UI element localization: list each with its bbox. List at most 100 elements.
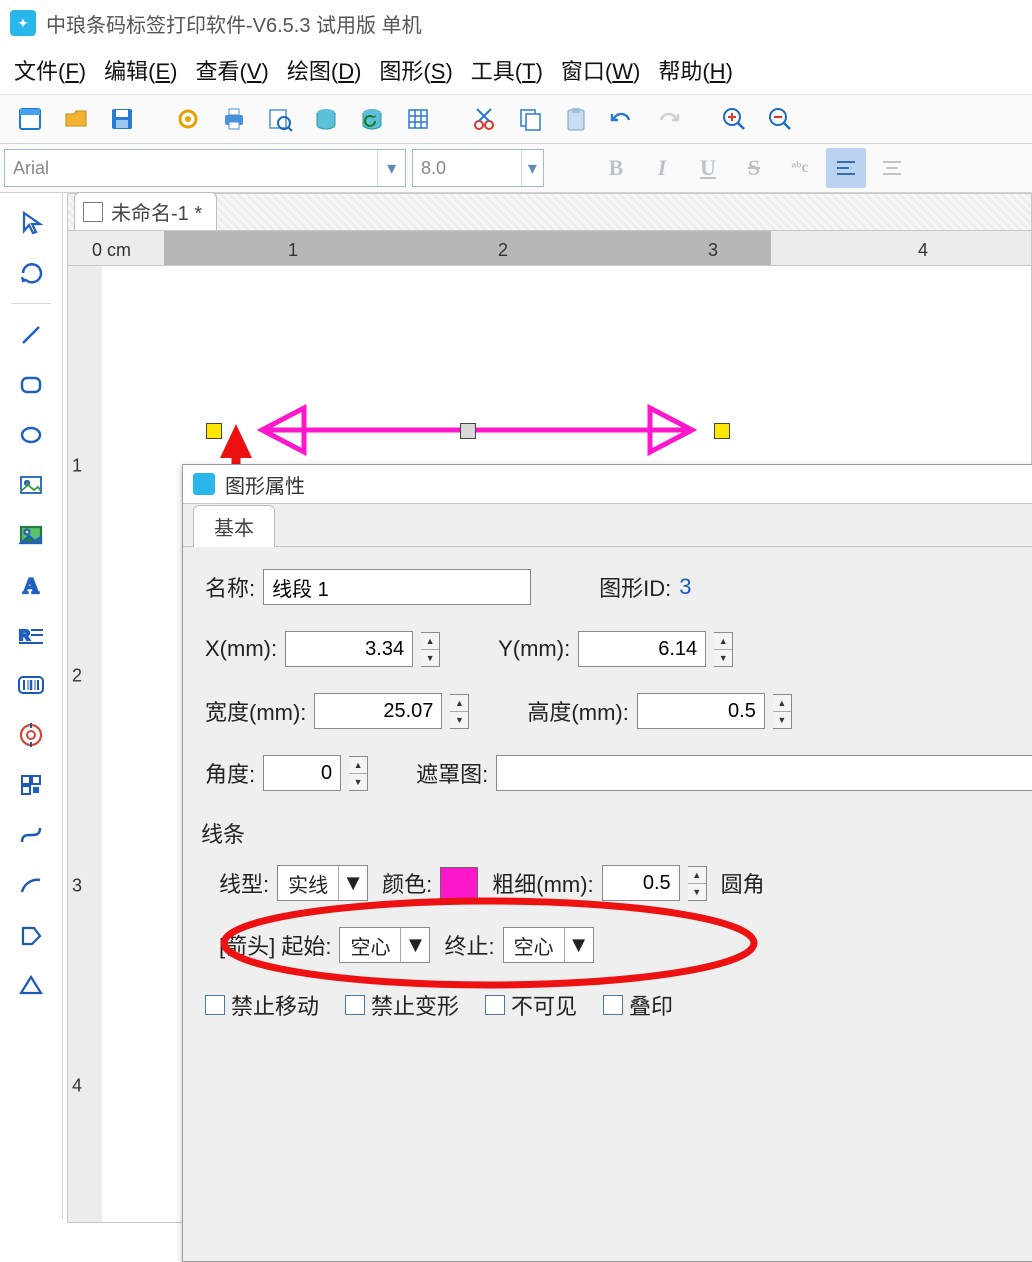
properties-dialog[interactable]: 图形属性 基本 名称: 图形ID: <box>182 464 1032 1262</box>
menu-edit[interactable]: 编辑(E) <box>104 54 177 86</box>
rotate-tool[interactable] <box>6 249 56 295</box>
page[interactable]: 图形属性 基本 名称: 图形ID: <box>102 266 1031 1222</box>
image-tool[interactable] <box>6 462 56 508</box>
y-spinner[interactable]: ▲▼ <box>714 632 733 667</box>
height-label: 高度(mm): <box>527 695 628 727</box>
arrow-start-select[interactable]: 空心 ▼ <box>339 927 430 963</box>
x-input[interactable] <box>285 631 413 667</box>
menu-file[interactable]: 文件(F) <box>14 54 86 86</box>
copy-button[interactable] <box>510 99 550 139</box>
barcode-tool[interactable] <box>6 662 56 708</box>
ruler-mark: 1 <box>72 456 82 477</box>
canvas-area: 未命名-1 * 0 cm 1 2 3 4 1 2 3 4 <box>67 193 1032 1219</box>
align-left-button[interactable] <box>826 148 866 188</box>
zoom-out-button[interactable] <box>760 99 800 139</box>
color-swatch[interactable] <box>440 867 478 899</box>
undo-button[interactable] <box>602 99 642 139</box>
save-button[interactable] <box>102 99 142 139</box>
underline-button[interactable]: U <box>688 148 728 188</box>
linetype-select[interactable]: 实线 ▼ <box>277 865 368 901</box>
font-size-combo[interactable]: ▾ <box>412 149 544 187</box>
height-spinner[interactable]: ▲▼ <box>773 694 792 729</box>
paste-button[interactable] <box>556 99 596 139</box>
menu-help[interactable]: 帮助(H) <box>658 54 733 86</box>
arrow-start-label: [箭头] 起始: <box>219 929 331 961</box>
preview-button[interactable] <box>260 99 300 139</box>
triangle-tool[interactable] <box>6 962 56 1008</box>
line-shape[interactable] <box>212 400 742 460</box>
dialog-title-bar[interactable]: 图形属性 <box>183 465 1032 504</box>
ruler-horizontal[interactable]: 0 cm 1 2 3 4 <box>67 231 1032 266</box>
name-input[interactable] <box>263 569 531 605</box>
cursor-tool[interactable] <box>6 199 56 245</box>
ruler-vertical[interactable]: 1 2 3 4 <box>68 266 103 1222</box>
open-button[interactable] <box>56 99 96 139</box>
arrow-end-label: 终止: <box>444 929 494 961</box>
mask-input[interactable] <box>496 755 1032 791</box>
print-button[interactable] <box>214 99 254 139</box>
overprint-checkbox[interactable]: 叠印 <box>603 989 673 1021</box>
menu-draw[interactable]: 绘图(D) <box>287 54 362 86</box>
strike-button[interactable]: S <box>734 148 774 188</box>
selection-handle[interactable] <box>206 423 222 439</box>
chevron-down-icon[interactable]: ▾ <box>377 150 405 186</box>
menu-shape[interactable]: 图形(S) <box>379 54 452 86</box>
line-tool[interactable] <box>6 312 56 358</box>
dialog-tabs: 基本 <box>183 504 1032 546</box>
font-name-input[interactable] <box>5 150 377 186</box>
new-button[interactable] <box>10 99 50 139</box>
roundrect-tool[interactable] <box>6 362 56 408</box>
thickness-input[interactable] <box>602 865 680 901</box>
redo-button[interactable] <box>648 99 688 139</box>
width-input[interactable] <box>314 693 442 729</box>
height-input[interactable] <box>637 693 765 729</box>
tab-basic[interactable]: 基本 <box>193 505 275 547</box>
menu-view[interactable]: 查看(V) <box>195 54 268 86</box>
noresize-checkbox[interactable]: 禁止变形 <box>345 989 459 1021</box>
italic-button[interactable]: I <box>642 148 682 188</box>
chevron-down-icon[interactable]: ▼ <box>564 928 593 962</box>
app-title: 中琅条码标签打印软件-V6.5.3 试用版 单机 <box>46 9 422 38</box>
arc-tool[interactable] <box>6 862 56 908</box>
y-label: Y(mm): <box>498 636 570 662</box>
cut-button[interactable] <box>464 99 504 139</box>
curve-tool[interactable] <box>6 812 56 858</box>
selection-handle[interactable] <box>714 423 730 439</box>
document-tab[interactable]: 未命名-1 * <box>74 192 217 230</box>
name-label: 名称: <box>205 571 255 603</box>
chevron-down-icon[interactable]: ▼ <box>400 928 429 962</box>
y-input[interactable] <box>578 631 706 667</box>
nomove-checkbox[interactable]: 禁止移动 <box>205 989 319 1021</box>
settings-button[interactable] <box>168 99 208 139</box>
angle-spinner[interactable]: ▲▼ <box>349 756 368 791</box>
font-size-input[interactable] <box>413 150 521 186</box>
selection-handle[interactable] <box>460 423 476 439</box>
width-spinner[interactable]: ▲▼ <box>450 694 469 729</box>
thickness-spinner[interactable]: ▲▼ <box>688 866 707 901</box>
qrcode-tool[interactable] <box>6 712 56 758</box>
ruler-mark: 1 <box>288 240 298 261</box>
richtext-tool[interactable]: R <box>6 612 56 658</box>
grid-button[interactable] <box>398 99 438 139</box>
chevron-down-icon[interactable]: ▾ <box>521 150 543 186</box>
ellipse-tool[interactable] <box>6 412 56 458</box>
picture-tool[interactable] <box>6 512 56 558</box>
menu-tools[interactable]: 工具(T) <box>471 54 543 86</box>
bold-button[interactable]: B <box>596 148 636 188</box>
canvas[interactable]: 1 2 3 4 <box>67 266 1032 1223</box>
menu-window[interactable]: 窗口(W) <box>561 54 640 86</box>
database-button[interactable] <box>306 99 346 139</box>
database-refresh-button[interactable] <box>352 99 392 139</box>
arrow-end-select[interactable]: 空心 ▼ <box>503 927 594 963</box>
polygon-tool[interactable] <box>6 912 56 958</box>
invisible-checkbox[interactable]: 不可见 <box>485 989 577 1021</box>
superscript-button[interactable]: ᵃᵇc <box>780 148 820 188</box>
text-tool[interactable]: A <box>6 562 56 608</box>
2dcode-tool[interactable] <box>6 762 56 808</box>
font-name-combo[interactable]: ▾ <box>4 149 406 187</box>
align-center-button[interactable] <box>872 148 912 188</box>
zoom-in-button[interactable] <box>714 99 754 139</box>
chevron-down-icon[interactable]: ▼ <box>338 866 367 900</box>
angle-input[interactable] <box>263 755 341 791</box>
x-spinner[interactable]: ▲▼ <box>421 632 440 667</box>
